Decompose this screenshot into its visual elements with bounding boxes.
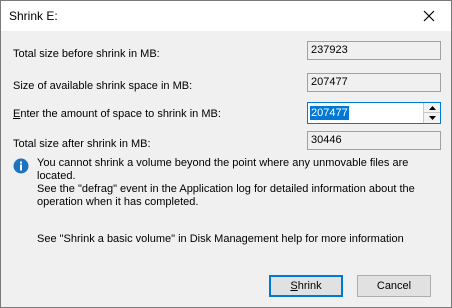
shrink-amount-input[interactable]: 207477	[310, 106, 349, 120]
info-icon	[13, 158, 29, 174]
close-button[interactable]	[407, 1, 451, 31]
help-text: See "Shrink a basic volume" in Disk Mana…	[37, 233, 404, 245]
shrink-amount-label: Enter the amount of space to shrink in M…	[13, 108, 221, 120]
info-line-2: See the "defrag" event in the Applicatio…	[37, 183, 415, 195]
chevron-down-icon	[428, 116, 436, 120]
total-before-value: 237923	[307, 41, 441, 60]
info-line-3: operation when it has completed.	[37, 196, 199, 208]
spin-down-button[interactable]	[424, 113, 440, 123]
chevron-up-icon	[428, 105, 436, 110]
total-after-label: Total size after shrink in MB:	[13, 138, 151, 150]
spin-buttons	[423, 103, 440, 123]
shrink-amount-spinbox[interactable]: 207477	[307, 102, 441, 124]
cancel-button[interactable]: Cancel	[357, 275, 431, 297]
info-message: You cannot shrink a volume beyond the po…	[37, 157, 441, 209]
shrink-dialog: Shrink E: Total size before shrink in MB…	[0, 0, 452, 308]
available-space-value: 207477	[307, 73, 441, 92]
total-before-label: Total size before shrink in MB:	[13, 48, 160, 60]
spin-up-button[interactable]	[424, 103, 440, 113]
available-space-label: Size of available shrink space in MB:	[13, 80, 193, 92]
shrink-amount-label-text: nter the amount of space to shrink in MB…	[20, 108, 221, 120]
info-line-1: You cannot shrink a volume beyond the po…	[37, 157, 409, 182]
total-after-value: 30446	[307, 131, 441, 150]
shrink-button-mnemonic: S	[290, 280, 298, 292]
shrink-button-label: hrink	[297, 280, 322, 292]
title-bar: Shrink E:	[1, 1, 451, 31]
close-icon	[423, 10, 435, 22]
window-title: Shrink E:	[9, 9, 58, 23]
shrink-button[interactable]: Shrink	[269, 275, 343, 297]
